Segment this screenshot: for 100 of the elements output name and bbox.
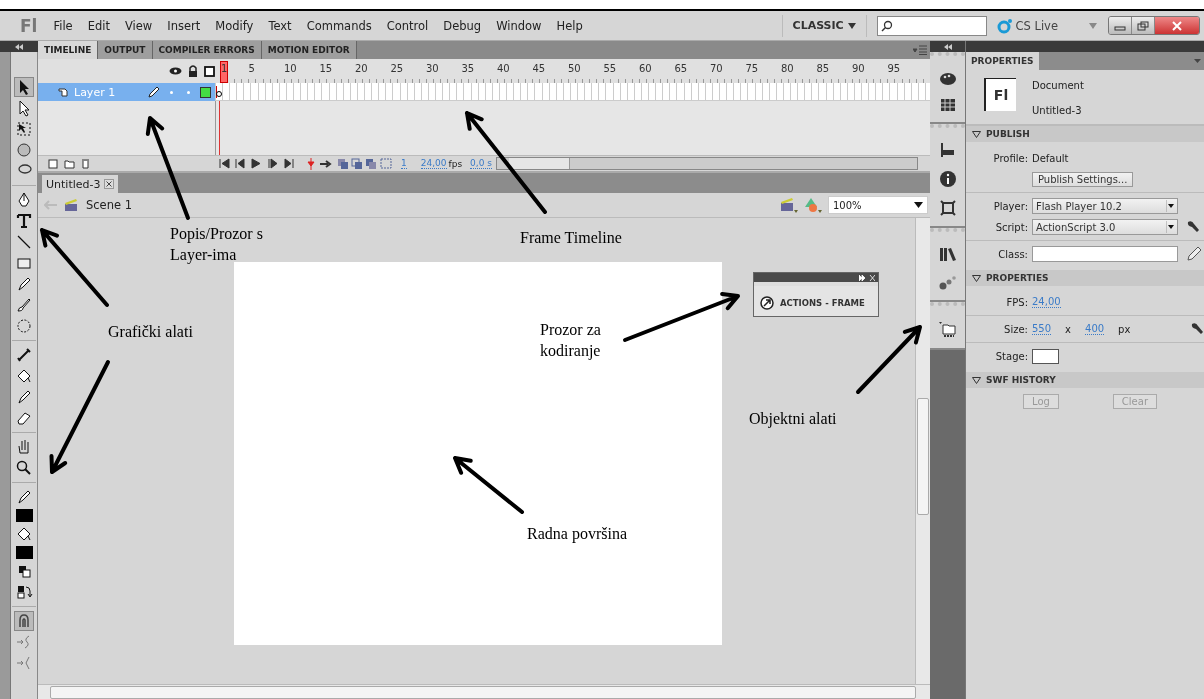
panel-tab[interactable]: COMPILER ERRORS	[152, 41, 262, 59]
menu-item[interactable]: Edit	[87, 18, 110, 33]
publish-settings-button[interactable]: Publish Settings...	[1032, 171, 1134, 187]
visibility-dot[interactable]	[170, 90, 173, 94]
menu-item[interactable]: File	[53, 18, 73, 33]
close-button[interactable]	[1155, 17, 1199, 34]
scene-label[interactable]: Scene 1	[86, 198, 133, 212]
keyframe-icon[interactable]	[216, 86, 221, 98]
player-dropdown[interactable]: Flash Player 10.2	[1032, 198, 1178, 214]
zoom-dropdown[interactable]: 100%	[828, 196, 928, 214]
wrench-icon[interactable]	[1186, 220, 1200, 234]
annotation-arrow	[856, 325, 922, 394]
restore-button[interactable]	[1132, 17, 1155, 34]
dropdown-arrow-icon[interactable]	[1166, 200, 1174, 212]
outline-icon[interactable]	[204, 65, 215, 77]
project-icon[interactable]	[938, 320, 957, 338]
horizontal-scrollbar[interactable]	[495, 157, 918, 170]
library-icon[interactable]	[938, 246, 957, 262]
pencil-icon[interactable]	[1186, 246, 1202, 262]
stroke-icon[interactable]	[15, 488, 33, 506]
snap-icon[interactable]	[15, 612, 33, 630]
stroke-swatch[interactable]	[15, 509, 33, 522]
selection-icon[interactable]	[15, 78, 33, 96]
minimize-button[interactable]	[1109, 17, 1132, 34]
menu-item[interactable]: Window	[496, 18, 542, 33]
zoom-icon[interactable]	[15, 459, 33, 477]
align-icon[interactable]	[939, 142, 956, 158]
loop-icon[interactable]	[319, 158, 333, 169]
bone-icon[interactable]	[15, 346, 33, 364]
document-tab[interactable]: Untitled-3	[42, 175, 119, 193]
eyedropper-icon[interactable]	[15, 388, 33, 406]
swap-colors-icon[interactable]	[15, 583, 33, 601]
actions-panel[interactable]: ACTIONS - FRAME	[753, 272, 879, 317]
motion-presets-icon[interactable]	[938, 274, 957, 290]
deco-icon[interactable]	[15, 317, 33, 335]
annotation-text: Radna površina	[527, 524, 628, 545]
menu-item[interactable]: Control	[386, 18, 429, 33]
trash-icon[interactable]	[81, 158, 90, 169]
panel-controls-icon[interactable]	[859, 274, 875, 281]
panel-menu-icon[interactable]	[1194, 59, 1201, 63]
line-icon[interactable]	[15, 233, 33, 251]
new-layer-icon[interactable]	[48, 158, 58, 169]
cs-live-link[interactable]: CS Live	[1015, 18, 1058, 33]
panel-menu-icon[interactable]	[913, 45, 927, 55]
section-header[interactable]: PROPERTIES	[966, 270, 1204, 286]
properties-tab[interactable]: PROPERTIES	[966, 52, 1039, 70]
brush-icon[interactable]	[15, 296, 33, 314]
panel-tab[interactable]: OUTPUT	[98, 41, 153, 59]
edit-scene-icon[interactable]	[780, 197, 798, 213]
horizontal-scrollbar[interactable]	[38, 684, 930, 699]
script-dropdown[interactable]: ActionScript 3.0	[1032, 219, 1178, 235]
vertical-scrollbar[interactable]	[915, 218, 930, 684]
collapse-icon[interactable]	[15, 43, 23, 50]
collapse-icon[interactable]	[943, 43, 952, 50]
menu-item[interactable]: Insert	[167, 18, 201, 33]
playhead[interactable]	[220, 61, 228, 83]
stage-color-swatch[interactable]	[1032, 348, 1059, 364]
layer-icon	[58, 87, 68, 97]
new-folder-icon[interactable]	[64, 158, 75, 169]
menu-item[interactable]: View	[125, 18, 153, 33]
collapse-bar[interactable]	[930, 41, 965, 52]
paint-bucket-icon[interactable]	[15, 367, 33, 385]
eye-icon[interactable]	[169, 66, 182, 76]
wrench-icon[interactable]	[1190, 322, 1204, 336]
collapse-triangle-icon[interactable]	[972, 376, 981, 384]
menu-item[interactable]: Debug	[443, 18, 482, 33]
collapse-bar[interactable]	[0, 41, 38, 52]
panel-tab[interactable]: TIMELINE	[38, 41, 99, 59]
fill-swatch[interactable]	[15, 546, 33, 559]
menu-item[interactable]: Modify	[215, 18, 254, 33]
menu-item[interactable]: Text	[268, 18, 292, 33]
fill-icon[interactable]	[15, 525, 33, 543]
workspace-dropdown[interactable]: CLASSIC	[781, 14, 867, 37]
text-icon[interactable]	[15, 212, 33, 230]
search-field[interactable]	[876, 15, 987, 36]
dropdown-arrow-icon[interactable]	[1166, 221, 1174, 233]
lock-dot[interactable]	[187, 90, 190, 94]
layer-color-swatch[interactable]	[200, 86, 211, 98]
palette-icon[interactable]	[938, 70, 957, 86]
dropdown-arrow-icon[interactable]	[914, 202, 923, 208]
close-tab-icon[interactable]	[104, 179, 115, 189]
pencil-icon[interactable]	[15, 275, 33, 293]
rotate-3d-icon[interactable]	[15, 141, 33, 159]
dropdown-arrow-icon[interactable]	[847, 23, 856, 29]
transform-icon[interactable]	[939, 200, 956, 216]
class-input[interactable]	[1032, 246, 1178, 262]
info-icon[interactable]	[938, 170, 957, 188]
onion-skin-icon[interactable]	[337, 158, 393, 169]
fps-label: fps	[448, 158, 463, 169]
section-header[interactable]: PUBLISH	[966, 126, 1204, 142]
collapse-triangle-icon[interactable]	[972, 274, 981, 282]
section-header[interactable]: SWF HISTORY	[966, 372, 1204, 388]
free-transform-icon[interactable]	[15, 120, 33, 138]
lock-icon[interactable]	[188, 65, 198, 77]
menu-item[interactable]: Help	[556, 18, 583, 33]
swatches-grid-icon[interactable]	[939, 98, 956, 112]
collapse-triangle-icon[interactable]	[972, 130, 981, 138]
center-frame-icon[interactable]	[307, 157, 315, 170]
panel-tab[interactable]: MOTION EDITOR	[261, 41, 357, 59]
menu-item[interactable]: Commands	[306, 18, 372, 33]
